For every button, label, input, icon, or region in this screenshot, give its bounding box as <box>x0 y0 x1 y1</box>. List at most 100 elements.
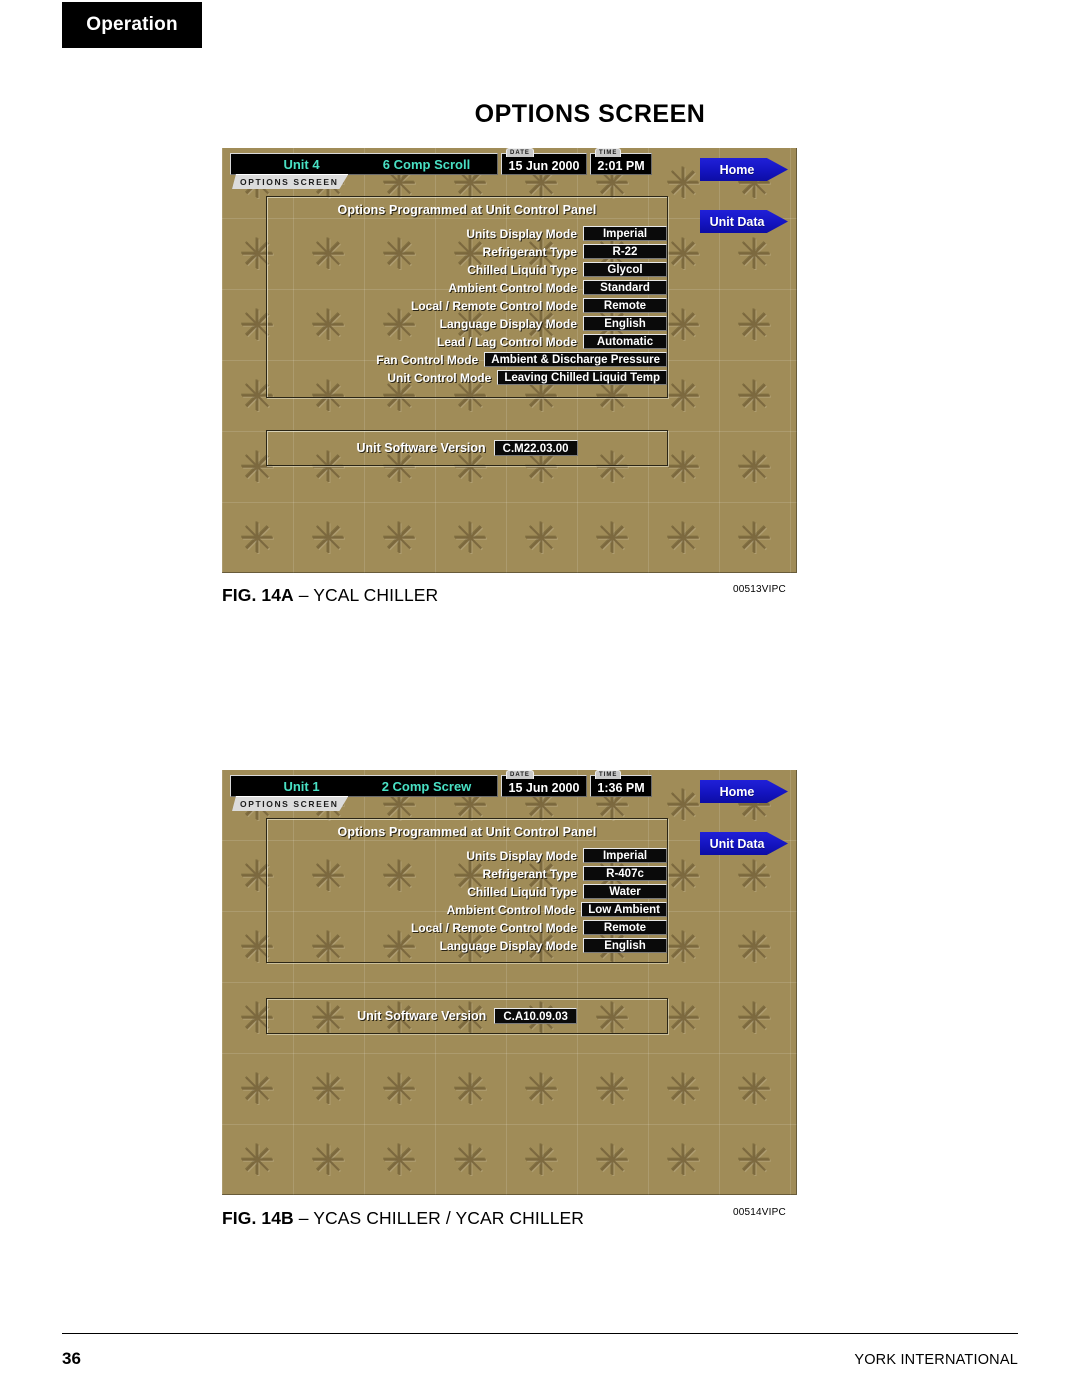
option-value[interactable]: Automatic <box>583 334 667 350</box>
options-panel: Options Programmed at Unit Control Panel… <box>266 196 668 398</box>
date-value: 15 Jun 2000 <box>508 781 580 795</box>
option-value[interactable]: Standard <box>583 280 667 296</box>
home-button-label: Home <box>719 162 755 177</box>
option-label: Units Display Mode <box>466 226 577 241</box>
page-title-text: OPTIONS SCREEN <box>474 100 706 128</box>
option-value[interactable]: Remote <box>583 298 667 314</box>
unit-number-label: Unit 4 <box>283 156 320 172</box>
option-row: Ambient Control Mode Low Ambient <box>267 901 667 919</box>
time-display: TIME 2:01 PM <box>590 148 652 175</box>
option-row: Local / Remote Control Mode Remote <box>267 919 667 937</box>
option-label: Fan Control Mode <box>376 352 479 367</box>
options-panel: Options Programmed at Unit Control Panel… <box>266 818 668 963</box>
option-label: Language Display Mode <box>439 316 577 331</box>
option-value[interactable]: Low Ambient <box>581 902 667 918</box>
page-title: OPTIONS SCREEN <box>0 100 1080 129</box>
option-label: Lead / Lag Control Mode <box>437 334 577 349</box>
option-label: Refrigerant Type <box>482 866 577 881</box>
compressor-model-label: 2 Comp Screw <box>381 778 472 794</box>
home-button-label: Home <box>719 784 755 799</box>
option-value[interactable]: Imperial <box>583 848 667 864</box>
option-label: Unit Control Mode <box>387 370 492 385</box>
option-row: Language Display Mode English <box>267 315 667 333</box>
company-name: YORK INTERNATIONAL <box>854 1352 1018 1368</box>
date-time-group: DATE 15 Jun 2000 TIME 2:01 PM <box>501 148 652 175</box>
figure-caption-a-bold: FIG. 14A <box>222 585 294 605</box>
date-time-group: DATE 15 Jun 2000 TIME 1:36 PM <box>501 770 652 797</box>
option-value[interactable]: Imperial <box>583 226 667 242</box>
time-value: 2:01 PM <box>597 159 645 173</box>
unit-identity-display: Unit 1 2 Comp Screw <box>230 775 498 797</box>
screen-name-label: OPTIONS SCREEN <box>240 799 339 809</box>
option-value[interactable]: English <box>583 938 667 954</box>
date-value: 15 Jun 2000 <box>508 159 580 173</box>
options-list: Units Display Mode Imperial Refrigerant Ty… <box>267 225 667 387</box>
figure-caption-a: FIG. 14A – YCAL CHILLER <box>222 585 438 606</box>
option-row: Chilled Liquid Type Water <box>267 883 667 901</box>
unit-data-button[interactable]: Unit Data <box>700 210 788 233</box>
option-value[interactable]: Remote <box>583 920 667 936</box>
section-tab-label: Operation <box>86 14 178 35</box>
time-tag-label: TIME <box>595 148 622 157</box>
option-value[interactable]: Ambient & Discharge Pressure <box>484 352 667 368</box>
options-panel-title: Options Programmed at Unit Control Panel <box>337 203 597 217</box>
home-button[interactable]: Home <box>700 780 788 803</box>
option-row: Chilled Liquid Type Glycol <box>267 261 667 279</box>
section-tab-operation: Operation <box>62 2 202 48</box>
options-list: Units Display Mode Imperial Refrigerant Ty… <box>267 847 667 955</box>
option-row: Unit Control Mode Leaving Chilled Liquid … <box>267 369 667 387</box>
option-row: Fan Control Mode Ambient & Discharge Pres… <box>267 351 667 369</box>
figure-caption-b-rest: – YCAS CHILLER / YCAR CHILLER <box>298 1208 585 1228</box>
option-row: Units Display Mode Imperial <box>267 225 667 243</box>
option-value[interactable]: English <box>583 316 667 332</box>
screen-name-tab: OPTIONS SCREEN <box>232 796 348 811</box>
date-tag-label: DATE <box>506 148 534 157</box>
page-number: 36 <box>62 1349 81 1368</box>
option-row: Ambient Control Mode Standard <box>267 279 667 297</box>
option-value[interactable]: Leaving Chilled Liquid Temp <box>497 370 667 386</box>
software-version-label: Unit Software Version <box>356 441 486 455</box>
option-value[interactable]: Glycol <box>583 262 667 278</box>
option-value[interactable]: Water <box>583 884 667 900</box>
footer-divider <box>62 1333 1018 1334</box>
time-display: TIME 1:36 PM <box>590 770 652 797</box>
compressor-model-label: 6 Comp Scroll <box>382 156 471 172</box>
time-tag-label: TIME <box>595 770 622 779</box>
unit-identity-display: Unit 4 6 Comp Scroll <box>230 153 498 175</box>
option-label: Units Display Mode <box>466 848 577 863</box>
control-panel-screenshot-ycal: ✳ ✳ ✳ ✳ ✳ ✳ ✳ ✳ ✳ ✳ ✳ ✳ ✳ ✳ ✳ ✳ ✳ ✳ ✳ ✳ ✳ ✳ ✳ ✳ ✳ ✳ ✳ ✳ ✳ ✳ ✳ ✳ ✳ ✳ ✳ ✳ ✳ ✳ ✳ ✳… <box>222 148 797 573</box>
option-row: Units Display Mode Imperial <box>267 847 667 865</box>
screen-name-tab: OPTIONS SCREEN <box>232 174 348 189</box>
figure-caption-b: FIG. 14B – YCAS CHILLER / YCAR CHILLER <box>222 1208 584 1229</box>
unit-data-button[interactable]: Unit Data <box>700 832 788 855</box>
option-label: Refrigerant Type <box>482 244 577 259</box>
software-version-panel: Unit Software Version C.M22.03.00 <box>266 430 668 466</box>
option-row: Refrigerant Type R-407c <box>267 865 667 883</box>
home-button[interactable]: Home <box>700 158 788 181</box>
screen-name-label: OPTIONS SCREEN <box>240 177 339 187</box>
date-display: DATE 15 Jun 2000 <box>501 148 587 175</box>
option-row: Language Display Mode English <box>267 937 667 955</box>
option-value[interactable]: R-407c <box>583 866 667 882</box>
unit-data-button-label: Unit Data <box>709 214 765 229</box>
control-panel-screenshot-ycas: ✳ ✳ ✳ ✳ ✳ ✳ ✳ ✳ ✳ ✳ ✳ ✳ ✳ ✳ ✳ ✳ ✳ ✳ ✳ ✳ ✳ ✳ ✳ ✳ ✳ ✳ ✳ ✳ ✳ ✳ ✳ ✳ ✳ ✳ ✳ ✳ ✳ ✳ ✳ ✳… <box>222 770 797 1195</box>
option-value[interactable]: R-22 <box>583 244 667 260</box>
software-version-panel: Unit Software Version C.A10.09.03 <box>266 998 668 1034</box>
unit-data-button-label: Unit Data <box>709 836 765 851</box>
option-label: Ambient Control Mode <box>446 902 576 917</box>
date-display: DATE 15 Jun 2000 <box>501 770 587 797</box>
options-panel-title: Options Programmed at Unit Control Panel <box>337 825 597 839</box>
option-row: Lead / Lag Control Mode Automatic <box>267 333 667 351</box>
option-label: Chilled Liquid Type <box>467 884 577 899</box>
status-bar: Unit 4 6 Comp Scroll DATE 15 Jun 2000 TI… <box>230 148 652 175</box>
option-label: Language Display Mode <box>439 938 577 953</box>
date-tag-label: DATE <box>506 770 534 779</box>
figure-code-b: 00514VIPC <box>733 1207 786 1218</box>
figure-caption-b-bold: FIG. 14B <box>222 1208 294 1228</box>
unit-number-label: Unit 1 <box>283 778 320 794</box>
option-row: Refrigerant Type R-22 <box>267 243 667 261</box>
time-value: 1:36 PM <box>597 781 645 795</box>
option-row: Local / Remote Control Mode Remote <box>267 297 667 315</box>
option-label: Chilled Liquid Type <box>467 262 577 277</box>
option-label: Local / Remote Control Mode <box>410 920 577 935</box>
